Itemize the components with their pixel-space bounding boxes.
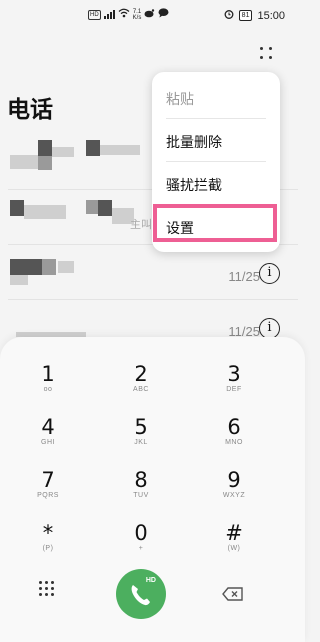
message-icon (158, 8, 169, 21)
key-digit: 7 (41, 468, 55, 492)
page-title: 电话 (7, 97, 53, 123)
backspace-icon[interactable] (222, 586, 244, 605)
blurred-name (98, 200, 112, 216)
hd-call-badge: HD (145, 577, 156, 584)
key-letters: TUV (133, 492, 149, 499)
blurred-name (10, 259, 42, 275)
more-options-icon[interactable] (257, 44, 275, 62)
blurred-name (10, 155, 38, 169)
info-icon[interactable]: i (259, 318, 280, 339)
hd-indicator: HD (88, 9, 101, 20)
blurred-name (42, 259, 56, 275)
key-4[interactable]: 4 GHI (8, 415, 88, 461)
key-letters: + (138, 545, 144, 552)
menu-item-paste[interactable]: 粘贴 (166, 89, 266, 109)
blurred-name (10, 200, 24, 216)
wifi-icon (118, 8, 130, 21)
blurred-name (38, 156, 52, 170)
key-6[interactable]: 6 MNO (194, 415, 274, 461)
key-8[interactable]: 8 TUV (101, 468, 181, 514)
blurred-name (52, 147, 74, 157)
key-letters: JKL (134, 439, 148, 446)
key-letters: MNO (225, 439, 243, 446)
key-digit: 5 (134, 415, 148, 439)
key-1[interactable]: 1 oo (8, 362, 88, 408)
key-letters: (W) (227, 545, 241, 552)
menu-item-batch-delete[interactable]: 批量删除 (166, 132, 266, 152)
blurred-name (86, 200, 98, 214)
key-digit: 8 (134, 468, 148, 492)
status-right: 81 15:00 (224, 9, 285, 22)
call-list-item[interactable]: 11/25 i (8, 245, 298, 300)
call-date: 11/25 (228, 269, 260, 284)
menu-item-harassment-block[interactable]: 骚扰拦截 (166, 175, 266, 195)
blurred-name (100, 145, 140, 155)
blurred-name (24, 205, 66, 219)
blurred-name (10, 275, 28, 285)
blurred-name (38, 140, 52, 156)
blurred-name (58, 261, 74, 273)
signal-icon (103, 10, 115, 19)
key-letters: ABC (133, 386, 149, 393)
alarm-icon (224, 9, 234, 22)
net-speed: 7.1 K/s (133, 9, 142, 21)
key-digit: 1 (41, 362, 55, 386)
net-speed-unit: K/s (132, 14, 142, 21)
menu-divider (166, 161, 266, 162)
key-letters: DEF (226, 386, 242, 393)
key-letters: GHI (41, 439, 55, 446)
key-letters: WXYZ (222, 492, 246, 499)
key-hash[interactable]: # (W) (194, 521, 274, 567)
key-5[interactable]: 5 JKL (101, 415, 181, 461)
key-digit: 9 (227, 468, 241, 492)
keypad-toggle-icon[interactable] (39, 581, 55, 597)
key-digit: 3 (227, 362, 241, 386)
key-0[interactable]: 0 + (101, 521, 181, 567)
clock: 15:00 (257, 9, 285, 22)
key-digit: 4 (41, 415, 55, 439)
key-2[interactable]: 2 ABC (101, 362, 181, 408)
key-7[interactable]: 7 PQRS (8, 468, 88, 514)
key-3[interactable]: 3 DEF (194, 362, 274, 408)
key-letters: PQRS (37, 492, 59, 499)
status-left: HD 7.1 K/s (88, 8, 169, 21)
call-button[interactable]: HD (116, 569, 166, 619)
voicemail-icon: oo (43, 386, 53, 393)
key-digit: * (42, 521, 54, 545)
menu-divider (166, 118, 266, 119)
battery-icon: 81 (238, 10, 253, 21)
info-icon[interactable]: i (259, 263, 280, 284)
call-note: 主叫 (130, 218, 152, 231)
dialpad: 1 oo 2 ABC 3 DEF 4 GHI 5 JKL 6 MNO 7 PQRS 8 TUV … (0, 337, 305, 642)
blurred-name (86, 140, 100, 156)
key-star[interactable]: * (P) (8, 521, 88, 567)
weibo-icon (144, 8, 155, 21)
key-digit: 2 (134, 362, 148, 386)
key-digit: # (225, 521, 243, 545)
phone-icon (131, 585, 150, 606)
settings-highlight-box (153, 204, 277, 242)
key-letters: (P) (42, 545, 54, 552)
status-bar: HD 7.1 K/s 81 15:00 (0, 0, 305, 30)
key-digit: 0 (134, 521, 148, 545)
key-digit: 6 (227, 415, 241, 439)
key-9[interactable]: 9 WXYZ (194, 468, 274, 514)
